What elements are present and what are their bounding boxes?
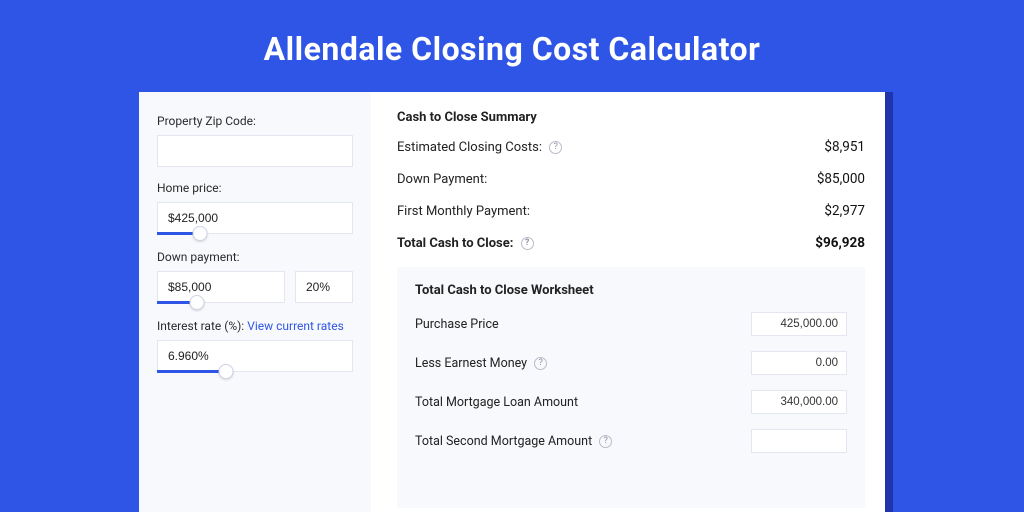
purchase-price-input[interactable] (751, 312, 847, 336)
zip-input[interactable] (157, 135, 353, 167)
summary-row-value: $2,977 (824, 203, 865, 219)
worksheet-row: Less Earnest Money ? (415, 351, 847, 375)
interest-rate-slider[interactable] (157, 370, 353, 374)
interest-rate-label-text: Interest rate (%): (157, 319, 244, 333)
zip-label: Property Zip Code: (157, 114, 353, 128)
summary-row-value: $85,000 (817, 171, 865, 187)
down-payment-group: Down payment: (157, 250, 353, 305)
worksheet-row: Total Second Mortgage Amount ? (415, 429, 847, 453)
help-icon[interactable]: ? (521, 237, 534, 250)
summary-row: Estimated Closing Costs: ? $8,951 (397, 139, 865, 155)
summary-row: Down Payment: $85,000 (397, 171, 865, 187)
help-icon[interactable]: ? (549, 141, 562, 154)
interest-rate-group: Interest rate (%): View current rates (157, 319, 353, 374)
page-title: Allendale Closing Cost Calculator (0, 0, 1024, 92)
summary-total-label: Total Cash to Close: (397, 236, 513, 251)
interest-rate-label: Interest rate (%): View current rates (157, 319, 353, 333)
worksheet-title: Total Cash to Close Worksheet (415, 283, 847, 298)
earnest-money-input[interactable] (751, 351, 847, 375)
zip-group: Property Zip Code: (157, 114, 353, 167)
slider-thumb-icon[interactable] (190, 295, 205, 310)
home-price-slider[interactable] (157, 232, 353, 236)
second-mortgage-input[interactable] (751, 429, 847, 453)
down-payment-slider[interactable] (157, 301, 282, 305)
interest-rate-input[interactable] (157, 340, 353, 372)
summary-row-label: Down Payment: (397, 172, 487, 187)
worksheet-row: Purchase Price (415, 312, 847, 336)
summary-row-label: First Monthly Payment: (397, 204, 530, 219)
worksheet-row-label: Total Second Mortgage Amount (415, 434, 592, 449)
results-pane: Cash to Close Summary Estimated Closing … (371, 92, 885, 512)
slider-thumb-icon[interactable] (218, 364, 233, 379)
worksheet-row-label: Total Mortgage Loan Amount (415, 395, 578, 410)
down-payment-pct-input[interactable] (295, 271, 353, 303)
down-payment-input[interactable] (157, 271, 285, 303)
summary-title: Cash to Close Summary (397, 110, 865, 125)
summary-total-row: Total Cash to Close: ? $96,928 (397, 235, 865, 251)
mortgage-loan-input[interactable] (751, 390, 847, 414)
summary-total-value: $96,928 (815, 235, 865, 251)
slider-thumb-icon[interactable] (193, 226, 208, 241)
worksheet-row-label: Purchase Price (415, 317, 499, 332)
worksheet-row-label: Less Earnest Money (415, 356, 527, 371)
worksheet-section: Total Cash to Close Worksheet Purchase P… (397, 267, 865, 508)
inputs-pane: Property Zip Code: Home price: Down paym… (139, 92, 371, 512)
down-payment-label: Down payment: (157, 250, 353, 264)
home-price-group: Home price: (157, 181, 353, 236)
calculator-card: Property Zip Code: Home price: Down paym… (139, 92, 885, 512)
help-icon[interactable]: ? (599, 435, 612, 448)
view-rates-link[interactable]: View current rates (247, 319, 344, 333)
home-price-label: Home price: (157, 181, 353, 195)
help-icon[interactable]: ? (534, 357, 547, 370)
summary-row: First Monthly Payment: $2,977 (397, 203, 865, 219)
worksheet-row: Total Mortgage Loan Amount (415, 390, 847, 414)
summary-row-label: Estimated Closing Costs: (397, 140, 542, 155)
summary-row-value: $8,951 (824, 139, 865, 155)
home-price-input[interactable] (157, 202, 353, 234)
